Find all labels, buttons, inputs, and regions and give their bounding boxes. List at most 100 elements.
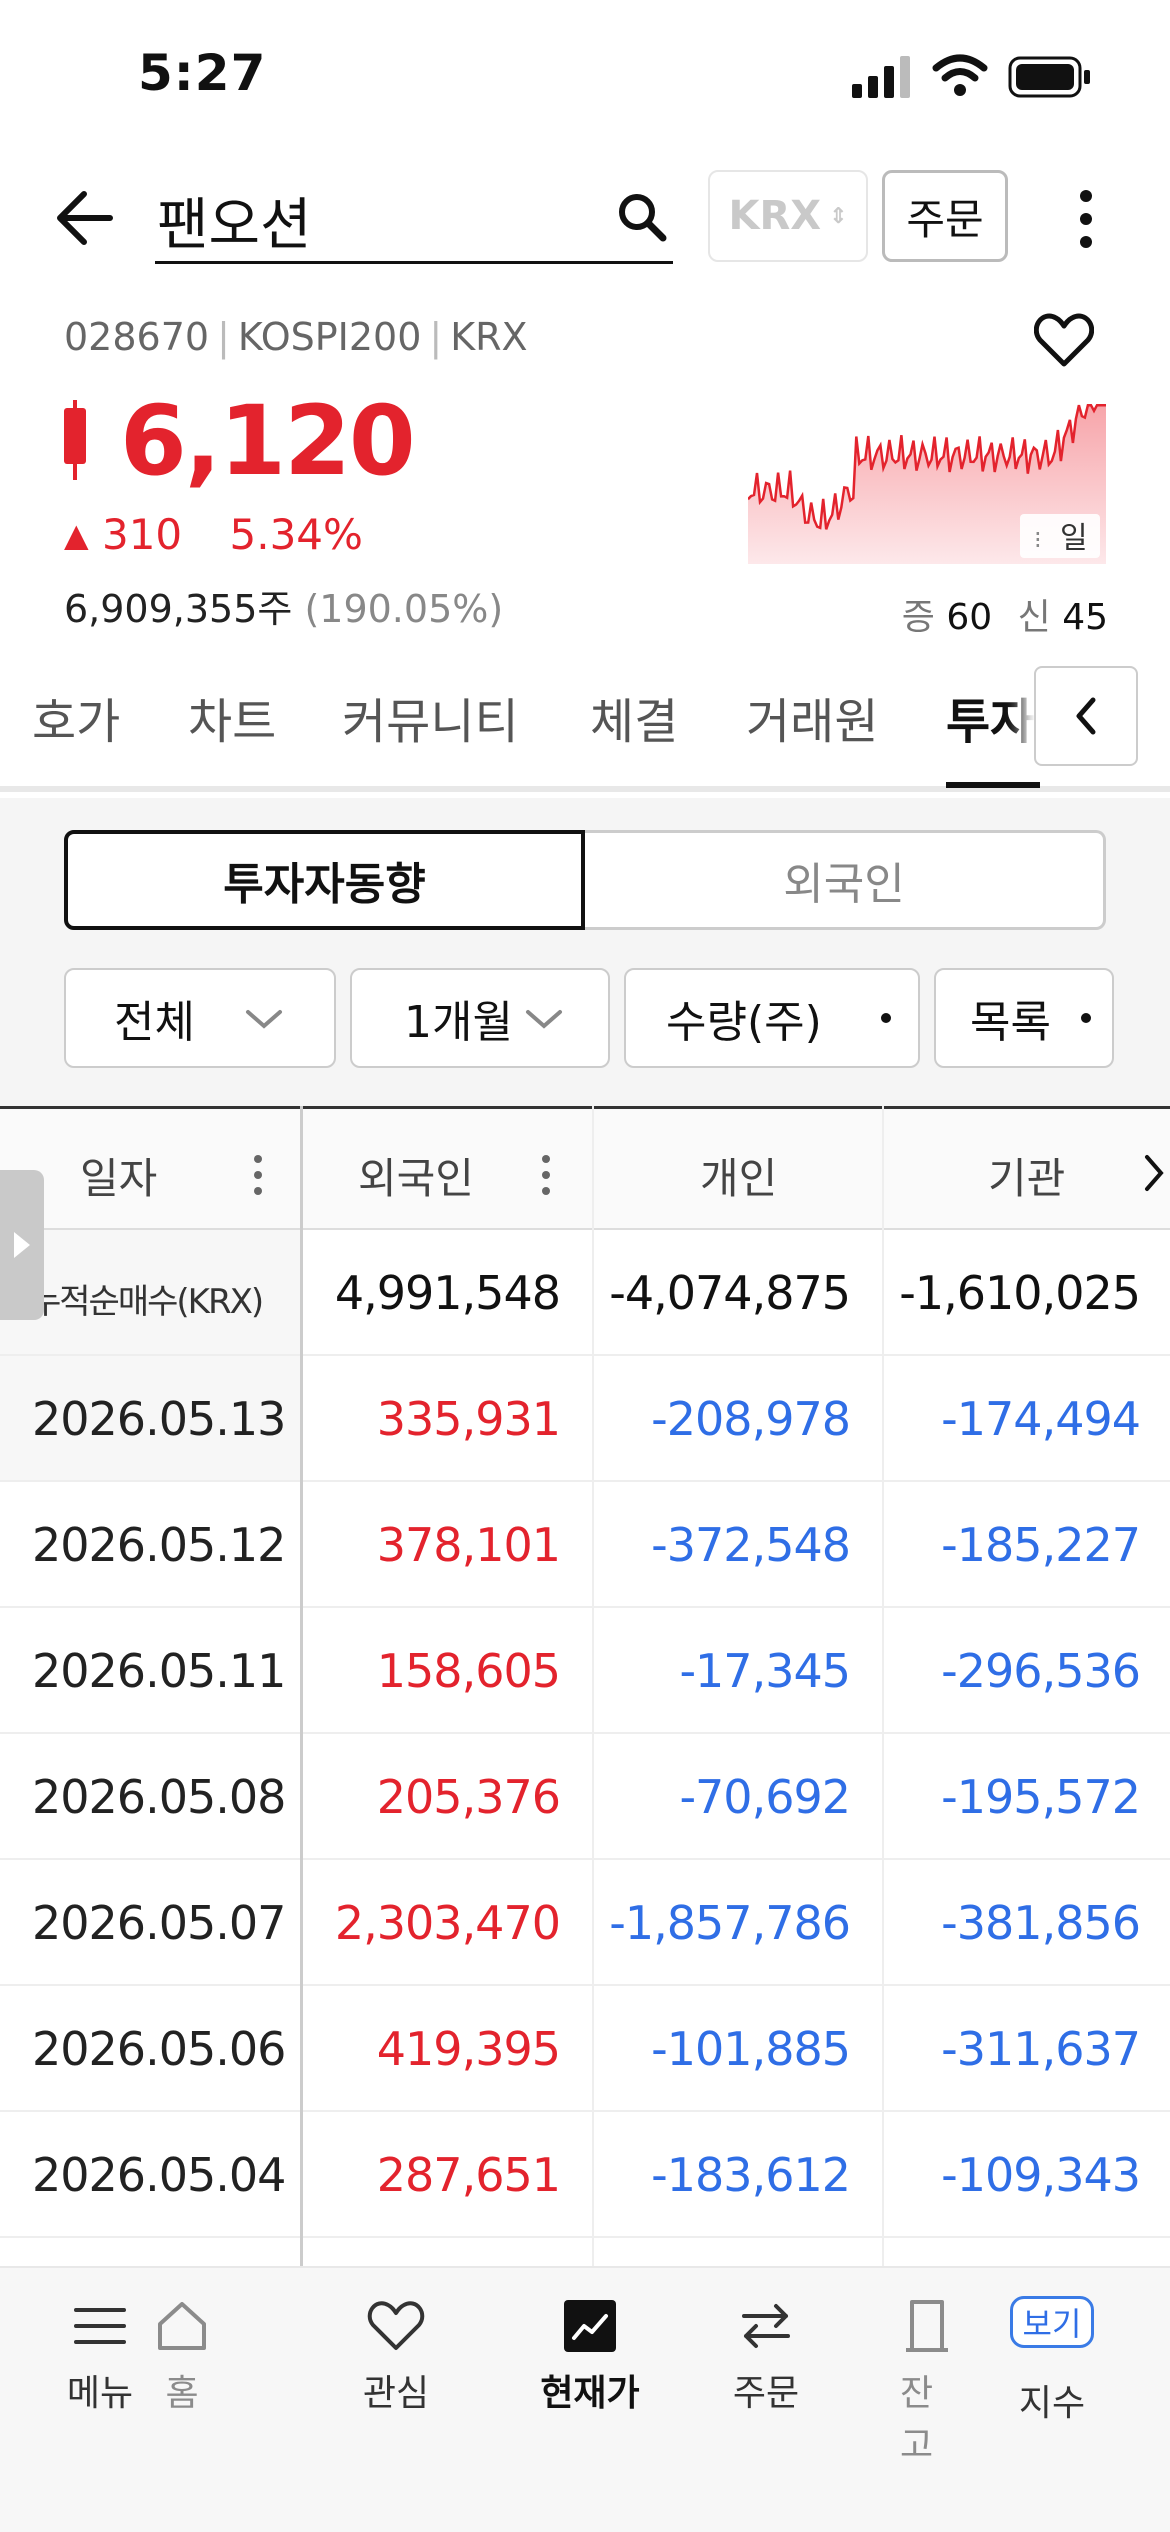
dot-icon	[1081, 1013, 1091, 1023]
row-individual: -101,885	[651, 2022, 851, 2076]
stock-name: 팬오션	[157, 193, 312, 258]
row-foreign: 287,651	[376, 2148, 561, 2202]
search-icon[interactable]	[617, 192, 667, 242]
tab-chart[interactable]: 차트	[188, 682, 276, 752]
tab-trades[interactable]: 체결	[590, 682, 678, 752]
nav-balance[interactable]: 잔고	[900, 2298, 960, 2468]
view-more-badge[interactable]: 보기	[1010, 2296, 1094, 2348]
tab-investors[interactable]: 투자	[946, 682, 1034, 752]
segment-foreign[interactable]: 외국인	[585, 830, 1106, 930]
bottom-navigation: 메뉴 홈 관심 현재가 주문 잔고 지수	[0, 2266, 1170, 2532]
side-drawer-handle[interactable]	[0, 1170, 44, 1320]
nav-index[interactable]: 지수	[992, 2364, 1112, 2426]
table-row[interactable]: 2026.05.08 205,376 -70,692 -195,572	[0, 1734, 1170, 1860]
svg-text:⁝: ⁝	[1034, 526, 1042, 554]
hamburger-icon	[74, 2308, 126, 2344]
row-institution: -296,536	[941, 1644, 1141, 1698]
summary-label: 누적순매수(KRX)	[30, 1282, 264, 1322]
period-dropdown-label: 1개월	[404, 997, 513, 1048]
nav-home[interactable]: 홈	[152, 2298, 212, 2416]
nav-current-price[interactable]: 현재가	[520, 2298, 660, 2416]
row-institution: -381,856	[941, 1896, 1141, 1950]
tab-indicator	[946, 782, 1040, 788]
table-row[interactable]: 2026.05.07 2,303,470 -1,857,786 -381,856	[0, 1860, 1170, 1986]
battery-icon	[1008, 56, 1090, 98]
header-divider	[592, 1106, 594, 1230]
row-foreign: 419,395	[376, 2022, 561, 2076]
tab-orderbook[interactable]: 호가	[32, 682, 120, 752]
table-row[interactable]: 2026.05.13 335,931 -208,978 -174,494	[0, 1356, 1170, 1482]
summary-foreign: 4,991,548	[334, 1266, 561, 1320]
column-header-foreign[interactable]: 외국인	[358, 1145, 474, 1206]
more-vertical-icon[interactable]	[1076, 188, 1096, 250]
tab-scroll-button[interactable]	[1034, 666, 1138, 766]
row-individual: -208,978	[651, 1392, 851, 1446]
nav-watchlist-label: 관심	[362, 2373, 430, 2414]
row-individual: -372,548	[651, 1518, 851, 1572]
margin-label-1: 증	[901, 597, 935, 638]
column-header-individual[interactable]: 개인	[700, 1145, 777, 1206]
dot-icon	[881, 1013, 891, 1023]
exchange-selector[interactable]: KRX ⇕	[708, 170, 868, 262]
row-institution: -185,227	[941, 1518, 1141, 1572]
period-dropdown[interactable]: 1개월	[350, 968, 610, 1068]
volume-info: 6,909,355주 (190.05%)	[64, 578, 503, 633]
stock-search-field[interactable]: 팬오션	[155, 170, 673, 264]
stock-code: 028670	[64, 315, 210, 359]
swap-icon	[742, 2304, 790, 2348]
row-institution: -174,494	[941, 1392, 1141, 1446]
margin-value-2: 45	[1062, 597, 1108, 638]
view-dropdown[interactable]: 목록	[934, 968, 1114, 1068]
unit-dropdown[interactable]: 수량(주)	[624, 968, 920, 1068]
table-row[interactable]: 2026.05.06 419,395 -101,885 -311,637	[0, 1986, 1170, 2112]
tab-brokers[interactable]: 거래원	[746, 682, 878, 752]
nav-order[interactable]: 주문	[706, 2298, 826, 2416]
price-change: ▲ 310 5.34%	[64, 510, 363, 559]
type-dropdown[interactable]: 전체	[64, 968, 336, 1068]
heart-icon[interactable]	[1034, 312, 1094, 368]
margin-label-2: 신	[1017, 597, 1051, 638]
mini-price-chart[interactable]: ⁝ 일	[748, 402, 1106, 564]
frozen-column-divider	[300, 1230, 303, 2266]
column-divider	[882, 1230, 884, 2266]
row-date: 2026.05.06	[32, 2022, 286, 2076]
stock-index: KOSPI200	[237, 315, 422, 359]
table-row[interactable]: 2026.05.11 158,605 -17,345 -296,536	[0, 1608, 1170, 1734]
nav-current-price-label: 현재가	[540, 2373, 640, 2414]
summary-row: 누적순매수(KRX) 4,991,548 -4,074,875 -1,610,0…	[0, 1230, 1170, 1356]
column-menu-icon[interactable]	[540, 1153, 552, 1197]
row-foreign: 378,101	[376, 1518, 561, 1572]
order-button[interactable]: 주문	[882, 170, 1008, 262]
segment-investor-trend[interactable]: 투자자동향	[64, 830, 585, 930]
chevron-left-icon	[1076, 697, 1096, 735]
status-time: 5:27	[138, 44, 267, 102]
column-menu-icon[interactable]	[252, 1153, 264, 1197]
nav-watchlist[interactable]: 관심	[336, 2298, 456, 2416]
row-foreign: 205,376	[376, 1770, 561, 1824]
summary-individual: -4,074,875	[609, 1266, 851, 1320]
play-triangle-icon	[14, 1232, 30, 1258]
nav-menu[interactable]: 메뉴	[40, 2298, 160, 2416]
unit-dropdown-label: 수량(주)	[666, 997, 822, 1048]
column-header-institution[interactable]: 기관	[988, 1145, 1065, 1206]
column-divider	[592, 1230, 594, 2266]
row-individual: -1,857,786	[609, 1896, 851, 1950]
chart-icon	[564, 2300, 616, 2352]
row-date: 2026.05.11	[32, 1644, 286, 1698]
chevron-right-icon[interactable]	[1142, 1153, 1166, 1193]
row-individual: -70,692	[679, 1770, 851, 1824]
table-row[interactable]: 2026.05.04 287,651 -183,612 -109,343	[0, 2112, 1170, 2238]
chart-period-label: 일	[1060, 521, 1088, 556]
back-arrow-icon[interactable]	[54, 190, 114, 246]
tab-community[interactable]: 커뮤니티	[342, 682, 519, 752]
row-individual: -183,612	[651, 2148, 851, 2202]
column-header-date[interactable]: 일자	[80, 1145, 157, 1206]
view-dropdown-label: 목록	[970, 997, 1051, 1048]
stock-meta: 028670 | KOSPI200 | KRX	[64, 315, 528, 359]
nav-menu-label: 메뉴	[66, 2373, 134, 2414]
row-foreign: 335,931	[376, 1392, 561, 1446]
table-row[interactable]: 2026.05.12 378,101 -372,548 -185,227	[0, 1482, 1170, 1608]
row-date: 2026.05.13	[32, 1392, 286, 1446]
nav-index-label: 지수	[1018, 2383, 1086, 2424]
row-date: 2026.05.12	[32, 1518, 286, 1572]
